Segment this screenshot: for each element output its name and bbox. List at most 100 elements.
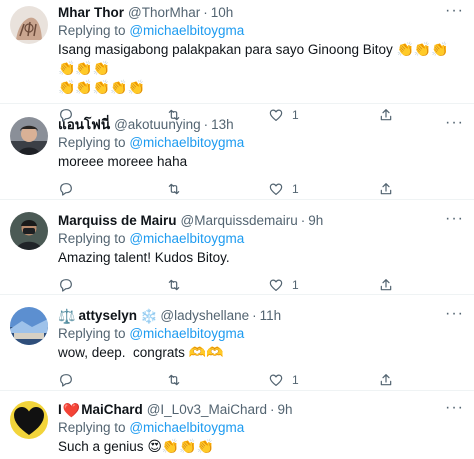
more-icon[interactable]: ···	[445, 399, 464, 417]
mention-link[interactable]: @michaelbitoygma	[129, 420, 244, 435]
display-name[interactable]: แอนโฟนี่	[58, 116, 110, 134]
more-icon[interactable]: ···	[445, 114, 464, 132]
tweet-text: moreee moreee haha	[58, 152, 464, 171]
retweet-icon	[168, 279, 180, 291]
like-button[interactable]: 1	[268, 277, 378, 293]
avatar[interactable]	[10, 212, 48, 250]
tweet-text-body: Isang masigabong palakpakan para sayo Gi…	[58, 42, 393, 57]
like-button[interactable]: 1	[268, 372, 378, 388]
share-button[interactable]	[378, 277, 394, 293]
separator-dot: ·	[203, 5, 208, 20]
share-icon	[380, 279, 392, 291]
tweet[interactable]: แอนโฟนี่ @akotuunying · 13h ··· Replying…	[0, 104, 474, 200]
tweet-text: Isang masigabong palakpakan para sayo Gi…	[58, 40, 464, 97]
replying-to-label: Replying to	[58, 23, 126, 38]
red-heart-icon: ❤️	[62, 402, 81, 418]
like-icon	[269, 279, 283, 291]
heart-eyes-clap-emoji: 😍👏👏👏	[147, 438, 215, 454]
retweet-icon	[168, 374, 180, 386]
tweet-header: ⚖️ attyselyn ❄️ @ladyshellane · 11h	[58, 307, 464, 325]
mention-link[interactable]: @michaelbitoygma	[129, 23, 244, 38]
replying-to: Replying to @michaelbitoygma	[58, 325, 464, 343]
timestamp[interactable]: 10h	[211, 4, 234, 22]
tweet-text-body: moreee moreee haha	[58, 154, 188, 169]
reply-button[interactable]	[58, 277, 166, 293]
more-icon[interactable]: ···	[445, 210, 464, 228]
tweet-text-body: Amazing talent! Kudos Bitoy.	[58, 250, 230, 265]
tweet-header: แอนโฟนี่ @akotuunying · 13h	[58, 116, 464, 134]
reply-icon	[60, 374, 72, 387]
display-name[interactable]: MaiChard	[81, 401, 143, 419]
tweet-header: Mhar Thor @ThorMhar · 10h	[58, 4, 464, 22]
tweet[interactable]: ⚖️ attyselyn ❄️ @ladyshellane · 11h ··· …	[0, 295, 474, 391]
like-count: 1	[292, 182, 299, 196]
replying-to: Replying to @michaelbitoygma	[58, 419, 464, 437]
reply-feed: Mhar Thor @ThorMhar · 10h ··· Replying t…	[0, 0, 474, 459]
separator-dot: ·	[270, 402, 275, 417]
mention-link[interactable]: @michaelbitoygma	[129, 326, 244, 341]
tweet-header: I ❤️ MaiChard @I_L0v3_MaiChard · 9h	[58, 401, 464, 419]
replying-to-label: Replying to	[58, 135, 126, 150]
replying-to-label: Replying to	[58, 231, 126, 246]
more-icon[interactable]: ···	[445, 2, 464, 20]
user-handle[interactable]: @Marquissdemairu	[181, 212, 298, 230]
replying-to: Replying to @michaelbitoygma	[58, 134, 464, 152]
replying-to-label: Replying to	[58, 326, 126, 341]
tweet-text: wow, deep. congrats 🫶🫶	[58, 343, 464, 362]
retweet-button[interactable]	[166, 372, 268, 388]
display-name[interactable]: Mhar Thor	[58, 4, 124, 22]
share-button[interactable]	[378, 372, 394, 388]
clap-emoji: 👏👏👏👏👏	[58, 79, 146, 95]
tweet-text: Such a genius 😍👏👏👏	[58, 437, 464, 456]
avatar[interactable]	[10, 307, 48, 345]
avatar[interactable]	[10, 401, 48, 439]
more-icon[interactable]: ···	[445, 305, 464, 323]
tweet-header: Marquiss de Mairu @Marquissdemairu · 9h	[58, 212, 464, 230]
heart-hands-emoji: 🫶🫶	[188, 344, 224, 360]
share-icon	[380, 374, 392, 386]
tweet-text-body: wow, deep. congrats	[58, 345, 185, 360]
replying-to: Replying to @michaelbitoygma	[58, 230, 464, 248]
tweet-text-body: Such a genius	[58, 439, 144, 454]
reply-button[interactable]	[58, 181, 166, 197]
retweet-icon	[168, 183, 180, 195]
user-handle[interactable]: @ThorMhar	[128, 4, 200, 22]
reply-button[interactable]	[58, 372, 166, 388]
share-button[interactable]	[378, 181, 394, 197]
like-count: 1	[292, 373, 299, 387]
user-handle[interactable]: @akotuunying	[114, 116, 201, 134]
display-name-prefix[interactable]: I	[58, 401, 62, 419]
like-icon	[269, 183, 283, 195]
timestamp[interactable]: 11h	[260, 307, 282, 325]
like-count: 1	[292, 278, 299, 292]
replying-to-label: Replying to	[58, 420, 126, 435]
mention-link[interactable]: @michaelbitoygma	[129, 135, 244, 150]
share-icon	[380, 183, 392, 195]
like-button[interactable]: 1	[268, 181, 378, 197]
display-name[interactable]: Marquiss de Mairu	[58, 212, 177, 230]
timestamp[interactable]: 13h	[211, 116, 234, 134]
tweet[interactable]: Mhar Thor @ThorMhar · 10h ··· Replying t…	[0, 0, 474, 122]
scales-icon: ⚖️	[58, 308, 76, 324]
avatar[interactable]	[10, 6, 48, 44]
retweet-button[interactable]	[166, 277, 268, 293]
user-handle[interactable]: @ladyshellane	[160, 307, 249, 325]
timestamp[interactable]: 9h	[278, 401, 293, 419]
display-name[interactable]: attyselyn	[78, 307, 137, 325]
tweet-text: Amazing talent! Kudos Bitoy.	[58, 248, 464, 267]
timestamp[interactable]: 9h	[308, 212, 323, 230]
mention-link[interactable]: @michaelbitoygma	[129, 231, 244, 246]
tweet[interactable]: Marquiss de Mairu @Marquissdemairu · 9h …	[0, 200, 474, 295]
replying-to: Replying to @michaelbitoygma	[58, 22, 464, 40]
tweet[interactable]: I ❤️ MaiChard @I_L0v3_MaiChard · 9h ··· …	[0, 391, 474, 459]
retweet-button[interactable]	[166, 181, 268, 197]
reply-icon	[60, 279, 72, 292]
user-handle[interactable]: @I_L0v3_MaiChard	[147, 401, 267, 419]
reply-icon	[60, 183, 72, 196]
separator-dot: ·	[252, 308, 257, 323]
like-icon	[269, 374, 283, 386]
snowflake-icon: ❄️	[139, 308, 158, 324]
separator-dot: ·	[203, 117, 209, 132]
separator-dot: ·	[300, 213, 306, 228]
avatar[interactable]	[10, 117, 48, 155]
